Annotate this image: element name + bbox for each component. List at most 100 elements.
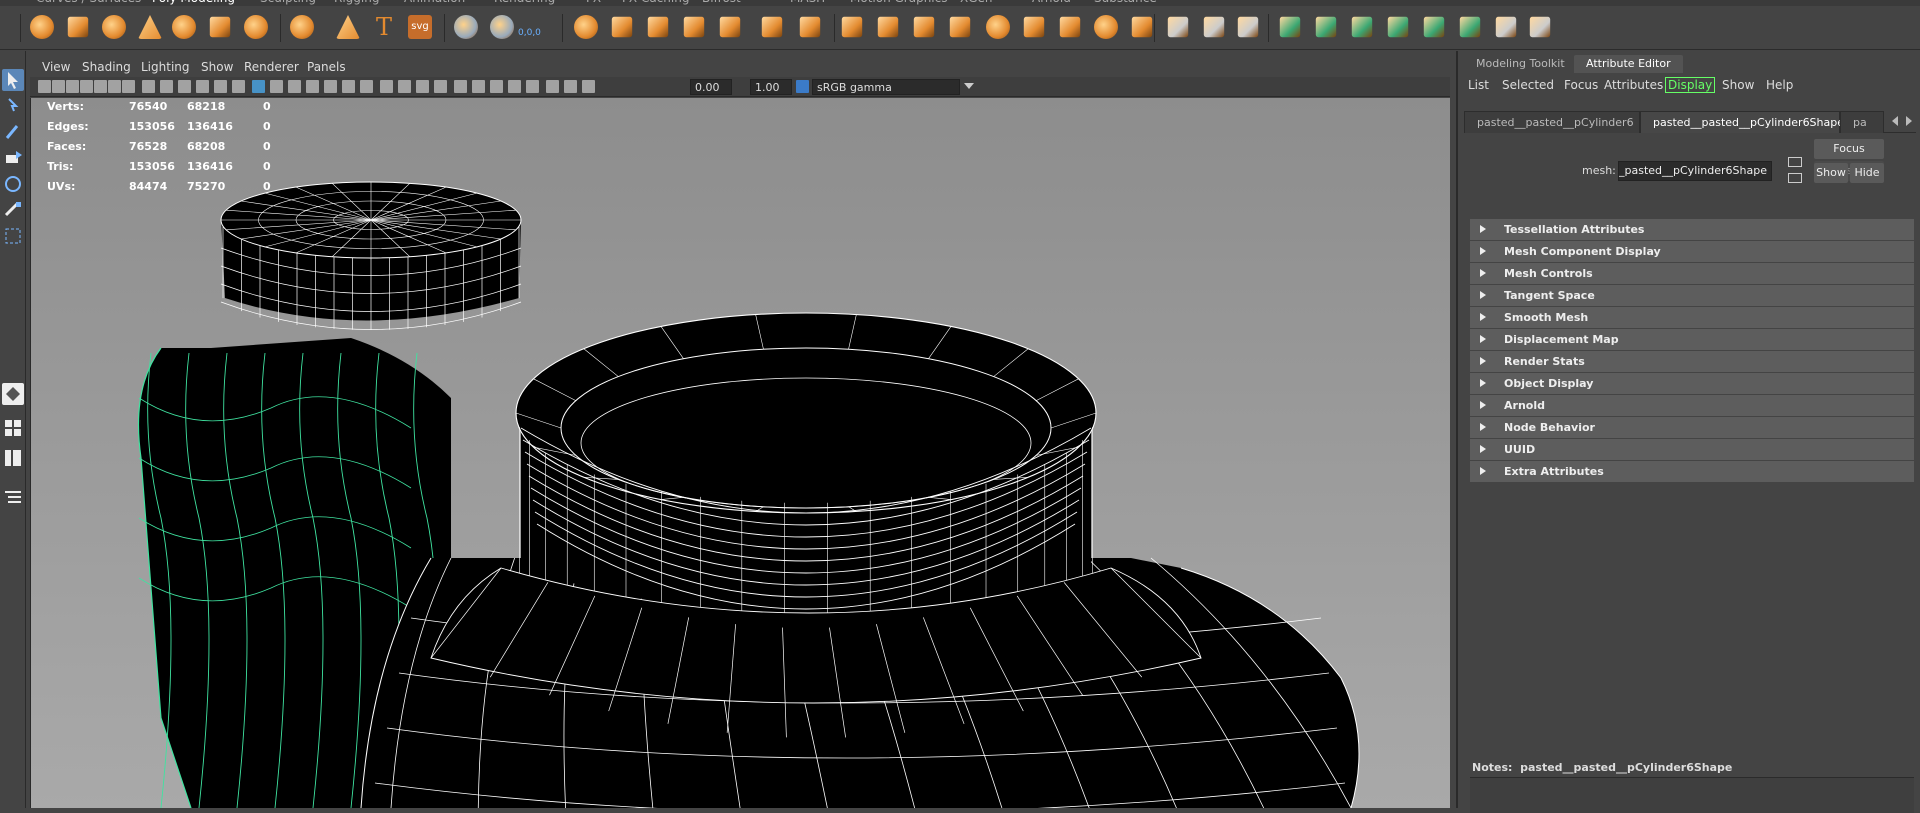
viewport-toolbar-icon[interactable] <box>380 80 393 93</box>
show-button[interactable]: Show <box>1814 163 1848 183</box>
expand-arrow-icon[interactable] <box>1480 357 1486 365</box>
tab-modeling-toolkit[interactable]: Modeling Toolkit <box>1464 55 1577 73</box>
extract-icon[interactable] <box>647 16 669 38</box>
ae-menu-help[interactable]: Help <box>1766 78 1793 92</box>
sew-uv-icon[interactable] <box>1459 16 1481 38</box>
panel-menu-renderer[interactable]: Renderer <box>244 60 299 74</box>
poly-torus-icon[interactable] <box>172 15 196 39</box>
viewport-toolbar-icon[interactable] <box>416 80 429 93</box>
make-hole-icon[interactable] <box>1023 16 1045 38</box>
persp-outliner-layout-icon[interactable] <box>2 447 24 469</box>
ae-menu-display[interactable]: Display <box>1665 77 1716 93</box>
menu-set-tab[interactable]: Sculpting <box>260 0 316 5</box>
viewport-toolbar-icon[interactable] <box>526 80 539 93</box>
reduce-icon[interactable] <box>761 16 783 38</box>
menu-set-tab[interactable]: Substance <box>1094 0 1157 5</box>
gamma-field[interactable]: 1.00 <box>750 79 792 95</box>
multi-cut-icon[interactable] <box>1059 16 1081 38</box>
poly-plane-icon[interactable] <box>209 16 231 38</box>
expand-arrow-icon[interactable] <box>1480 247 1486 255</box>
attribute-section-header[interactable]: Smooth Mesh <box>1470 307 1914 329</box>
append-icon[interactable] <box>949 16 971 38</box>
expand-arrow-icon[interactable] <box>1480 335 1486 343</box>
expand-arrow-icon[interactable] <box>1480 423 1486 431</box>
ae-menu-show[interactable]: Show <box>1722 78 1754 92</box>
bevel-icon[interactable] <box>877 16 899 38</box>
viewport-toolbar-icon[interactable] <box>94 80 107 93</box>
viewport-toolbar-icon[interactable] <box>38 80 51 93</box>
panel-menu-lighting[interactable]: Lighting <box>141 60 190 74</box>
menu-set-tab[interactable]: Animation <box>404 0 465 5</box>
viewport-toolbar-icon[interactable] <box>398 80 411 93</box>
viewport-toolbar-icon[interactable] <box>252 80 265 93</box>
viewport-toolbar-icon[interactable] <box>122 80 135 93</box>
ae-menu-selected[interactable]: Selected <box>1502 78 1554 92</box>
color-space-dropdown[interactable]: sRGB gamma <box>812 79 960 95</box>
attribute-section-header[interactable]: Node Behavior <box>1470 417 1914 439</box>
poly-cube-icon[interactable] <box>67 16 89 38</box>
menu-set-tab[interactable]: Rigging <box>334 0 379 5</box>
menu-set-tab[interactable]: XGen <box>960 0 993 5</box>
viewport-toolbar-icon[interactable] <box>454 80 467 93</box>
outliner-icon[interactable] <box>2 487 24 509</box>
input-connections-icon[interactable] <box>1788 157 1802 167</box>
cut-uv-icon[interactable] <box>1423 16 1445 38</box>
menu-set-tab[interactable]: Arnold <box>1032 0 1071 5</box>
attribute-section-header[interactable]: Render Stats <box>1470 351 1914 373</box>
menu-set-tab[interactable]: Rendering <box>494 0 555 5</box>
separate-icon[interactable] <box>611 16 633 38</box>
menu-set-tab[interactable]: FX Caching <box>622 0 689 5</box>
node-tab-shape[interactable]: pasted__pasted__pCylinder6Shape <box>1640 111 1844 133</box>
focus-button[interactable]: Focus <box>1814 139 1884 159</box>
viewport-toolbar-icon[interactable] <box>472 80 485 93</box>
last-tool-icon[interactable] <box>2 225 24 247</box>
smooth-icon[interactable] <box>719 16 741 38</box>
panel-menu-shading[interactable]: Shading <box>82 60 131 74</box>
expand-arrow-icon[interactable] <box>1480 467 1486 475</box>
color-space-dropdown-arrow-icon[interactable] <box>964 83 974 89</box>
offset-edge-loop-icon[interactable] <box>1237 16 1259 38</box>
booleans-icon[interactable] <box>683 16 705 38</box>
poly-disc-icon[interactable] <box>244 15 268 39</box>
expand-arrow-icon[interactable] <box>1480 313 1486 321</box>
target-weld-icon[interactable] <box>1094 15 1118 39</box>
viewport-toolbar-icon[interactable] <box>360 80 373 93</box>
four-view-layout-icon[interactable] <box>2 417 24 439</box>
super-shape-icon[interactable] <box>336 15 360 39</box>
menu-set-tab[interactable]: Curves / Surfaces <box>36 0 141 5</box>
tab-attribute-editor[interactable]: Attribute Editor <box>1574 55 1683 73</box>
expand-arrow-icon[interactable] <box>1480 269 1486 277</box>
menu-set-tab[interactable]: Bifrost <box>702 0 741 5</box>
layout-uv-icon[interactable] <box>1529 16 1551 38</box>
fill-hole-icon[interactable] <box>986 15 1010 39</box>
attribute-section-header[interactable]: Arnold <box>1470 395 1914 417</box>
panel-menu-view[interactable]: View <box>42 60 70 74</box>
attribute-section-header[interactable]: Object Display <box>1470 373 1914 395</box>
mirror-icon[interactable] <box>799 16 821 38</box>
menu-set-tab[interactable]: Motion Graphics <box>850 0 948 5</box>
poly-sphere-icon[interactable] <box>30 15 54 39</box>
attribute-section-header[interactable]: Tessellation Attributes <box>1470 219 1914 241</box>
poly-cylinder-icon[interactable] <box>102 15 126 39</box>
menu-set-tab[interactable]: MASH <box>790 0 825 5</box>
viewport-toolbar-icon[interactable] <box>324 80 337 93</box>
viewport-persp[interactable]: Verts: 76540 68218 0 Edges: 153056 136416 0 Face… <box>30 98 1450 808</box>
viewport-toolbar-icon[interactable] <box>196 80 209 93</box>
viewport-toolbar-icon[interactable] <box>582 80 595 93</box>
attribute-section-header[interactable]: Mesh Component Display <box>1470 241 1914 263</box>
expand-arrow-icon[interactable] <box>1480 401 1486 409</box>
ae-menu-list[interactable]: List <box>1468 78 1489 92</box>
select-tool-icon[interactable] <box>2 69 24 91</box>
scroll-tabs-left-icon[interactable] <box>1892 116 1898 126</box>
viewport-toolbar-icon[interactable] <box>160 80 173 93</box>
platonic-solid-icon[interactable] <box>290 15 314 39</box>
viewport-toolbar-icon[interactable] <box>52 80 65 93</box>
svg-tool-icon[interactable]: svg <box>408 15 432 39</box>
hide-button[interactable]: Hide <box>1850 163 1884 183</box>
viewport-toolbar-icon[interactable] <box>288 80 301 93</box>
unfold-uv-icon[interactable] <box>1495 16 1517 38</box>
viewport-toolbar-icon[interactable] <box>508 80 521 93</box>
viewport-toolbar-icon[interactable] <box>306 80 319 93</box>
attribute-section-header[interactable]: Tangent Space <box>1470 285 1914 307</box>
node-tab-more[interactable]: pa <box>1840 111 1884 133</box>
